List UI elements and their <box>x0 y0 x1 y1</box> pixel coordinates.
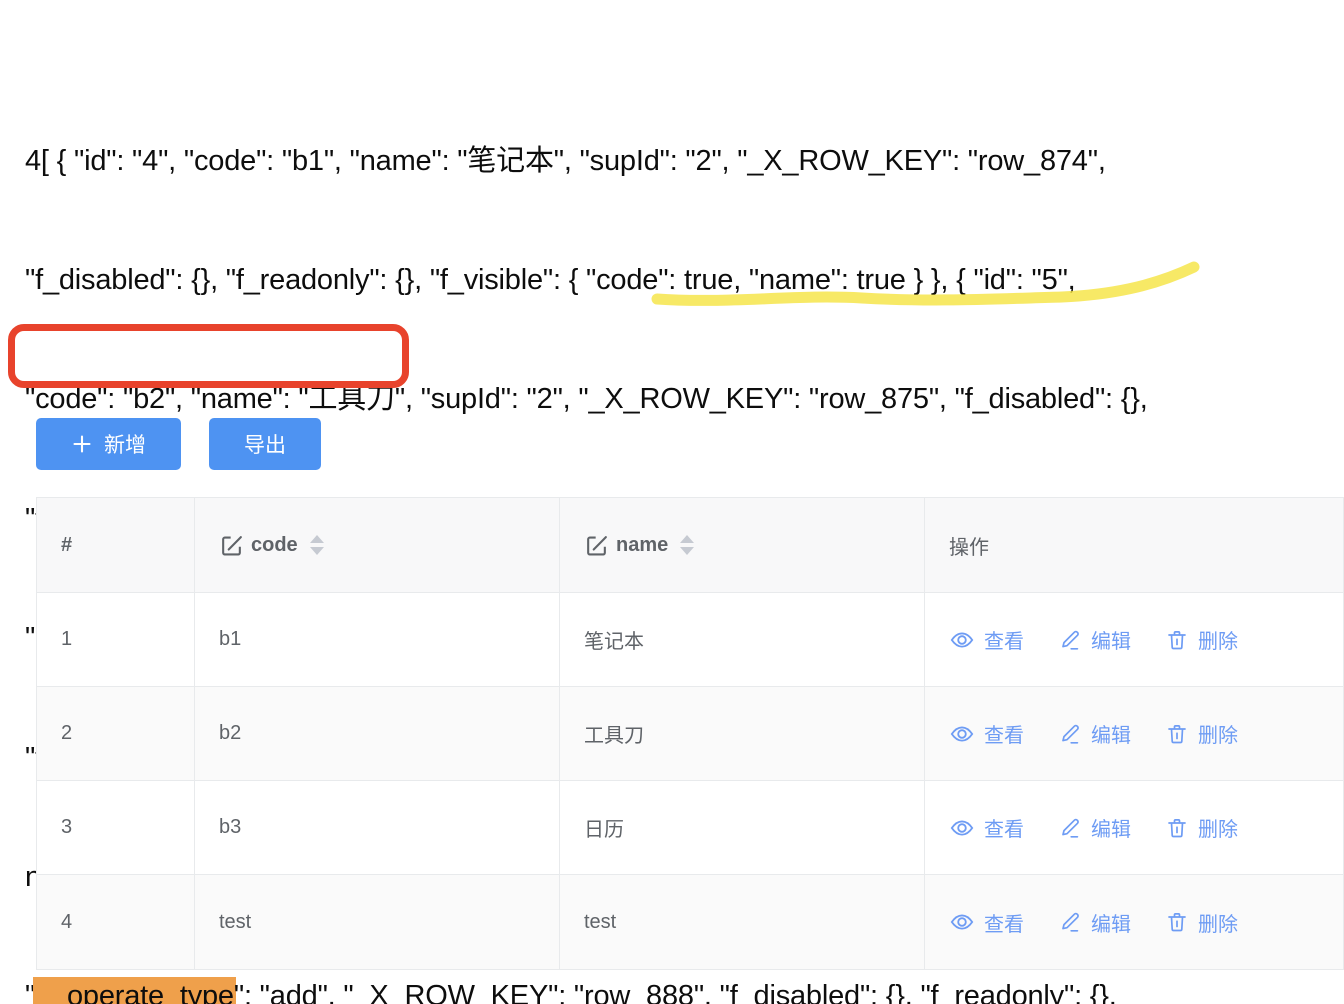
eye-icon <box>949 815 975 841</box>
row-index: 2 <box>61 722 72 745</box>
row-name: 工具刀 <box>584 719 644 748</box>
json-text: ": "add", "_X_ROW_KEY": "row_888", "f_di… <box>234 980 1117 1004</box>
header-cell-name[interactable]: name <box>560 498 925 593</box>
row-code: test <box>219 911 251 934</box>
json-line-operate-type: "__operate_type": "add", "_X_ROW_KEY": "… <box>25 977 1344 1004</box>
cell-code: b2 <box>195 687 560 781</box>
cell-actions: 查看 编辑 删除 <box>925 687 1343 781</box>
delete-label: 删除 <box>1198 625 1238 654</box>
edit-label: 编辑 <box>1091 813 1131 842</box>
row-code: b2 <box>219 722 241 745</box>
cell-name: 日历 <box>560 781 925 875</box>
delete-label: 删除 <box>1198 813 1238 842</box>
header-cell-index: # <box>37 498 195 593</box>
view-label: 查看 <box>984 625 1024 654</box>
table-row: 4 test test 查看 编辑 删除 <box>37 875 1343 969</box>
cell-code: b3 <box>195 781 560 875</box>
edit-link[interactable]: 编辑 <box>1058 625 1131 654</box>
eye-icon <box>949 909 975 935</box>
view-label: 查看 <box>984 908 1024 937</box>
sort-desc-caret[interactable] <box>310 547 324 555</box>
cell-name: 工具刀 <box>560 687 925 781</box>
sort-carets[interactable] <box>310 535 324 555</box>
json-line: "code": "b2", "name": "工具刀", "supId": "2… <box>25 380 1344 420</box>
eye-icon <box>949 721 975 747</box>
table-row: 3 b3 日历 查看 编辑 删除 <box>37 781 1343 875</box>
page: 4[ { "id": "4", "code": "b1", "name": "笔… <box>0 0 1344 1004</box>
row-name: 日历 <box>584 813 624 842</box>
json-line: "f_disabled": {}, "f_readonly": {}, "f_v… <box>25 261 1344 301</box>
table-row: 1 b1 笔记本 查看 编辑 删除 <box>37 593 1343 687</box>
edit-label: 编辑 <box>1091 625 1131 654</box>
delete-label: 删除 <box>1198 908 1238 937</box>
code-column-label: code <box>251 534 298 557</box>
toolbar: 新增 导出 <box>36 418 321 470</box>
edit-column-icon <box>219 533 244 558</box>
view-link[interactable]: 查看 <box>949 908 1024 937</box>
delete-link[interactable]: 删除 <box>1165 908 1238 937</box>
row-code: b3 <box>219 816 241 839</box>
trash-icon <box>1165 722 1189 746</box>
cell-index: 3 <box>37 781 195 875</box>
delete-link[interactable]: 删除 <box>1165 625 1238 654</box>
row-name: test <box>584 911 616 934</box>
edit-link[interactable]: 编辑 <box>1058 813 1131 842</box>
actions-column-label: 操作 <box>949 531 989 560</box>
cell-actions: 查看 编辑 删除 <box>925 781 1343 875</box>
add-button-label: 新增 <box>104 429 146 459</box>
view-label: 查看 <box>984 813 1024 842</box>
index-column-label: # <box>61 534 72 557</box>
cell-actions: 查看 编辑 删除 <box>925 875 1343 969</box>
operate-type-highlight: __operate_type <box>33 977 236 1004</box>
delete-label: 删除 <box>1198 719 1238 748</box>
row-index: 1 <box>61 628 72 651</box>
cell-actions: 查看 编辑 删除 <box>925 593 1343 687</box>
plus-icon <box>71 433 93 455</box>
pen-icon <box>1058 910 1082 934</box>
export-button[interactable]: 导出 <box>209 418 321 470</box>
edit-label: 编辑 <box>1091 908 1131 937</box>
trash-icon <box>1165 910 1189 934</box>
json-line: 4[ { "id": "4", "code": "b1", "name": "笔… <box>25 142 1344 182</box>
cell-index: 1 <box>37 593 195 687</box>
cell-code: test <box>195 875 560 969</box>
pen-icon <box>1058 722 1082 746</box>
edit-label: 编辑 <box>1091 719 1131 748</box>
trash-icon <box>1165 816 1189 840</box>
delete-link[interactable]: 删除 <box>1165 719 1238 748</box>
cell-index: 2 <box>37 687 195 781</box>
row-name: 笔记本 <box>584 625 644 654</box>
view-label: 查看 <box>984 719 1024 748</box>
delete-link[interactable]: 删除 <box>1165 813 1238 842</box>
sort-asc-caret[interactable] <box>680 535 694 543</box>
sort-carets[interactable] <box>680 535 694 555</box>
edit-link[interactable]: 编辑 <box>1058 908 1131 937</box>
sort-asc-caret[interactable] <box>310 535 324 543</box>
view-link[interactable]: 查看 <box>949 813 1024 842</box>
edit-column-icon <box>584 533 609 558</box>
cell-index: 4 <box>37 875 195 969</box>
row-index: 3 <box>61 816 72 839</box>
add-button[interactable]: 新增 <box>36 418 181 470</box>
table-row: 2 b2 工具刀 查看 编辑 删除 <box>37 687 1343 781</box>
cell-name: 笔记本 <box>560 593 925 687</box>
header-row: # code <box>37 498 1343 593</box>
data-table: # code <box>36 497 1344 970</box>
view-link[interactable]: 查看 <box>949 625 1024 654</box>
name-column-label: name <box>616 534 668 557</box>
header-cell-actions: 操作 <box>925 498 1343 593</box>
export-button-label: 导出 <box>244 429 286 459</box>
sort-desc-caret[interactable] <box>680 547 694 555</box>
edit-link[interactable]: 编辑 <box>1058 719 1131 748</box>
header-cell-code[interactable]: code <box>195 498 560 593</box>
eye-icon <box>949 627 975 653</box>
pen-icon <box>1058 628 1082 652</box>
cell-code: b1 <box>195 593 560 687</box>
pen-icon <box>1058 816 1082 840</box>
row-code: b1 <box>219 628 241 651</box>
row-index: 4 <box>61 911 72 934</box>
cell-name: test <box>560 875 925 969</box>
trash-icon <box>1165 628 1189 652</box>
view-link[interactable]: 查看 <box>949 719 1024 748</box>
